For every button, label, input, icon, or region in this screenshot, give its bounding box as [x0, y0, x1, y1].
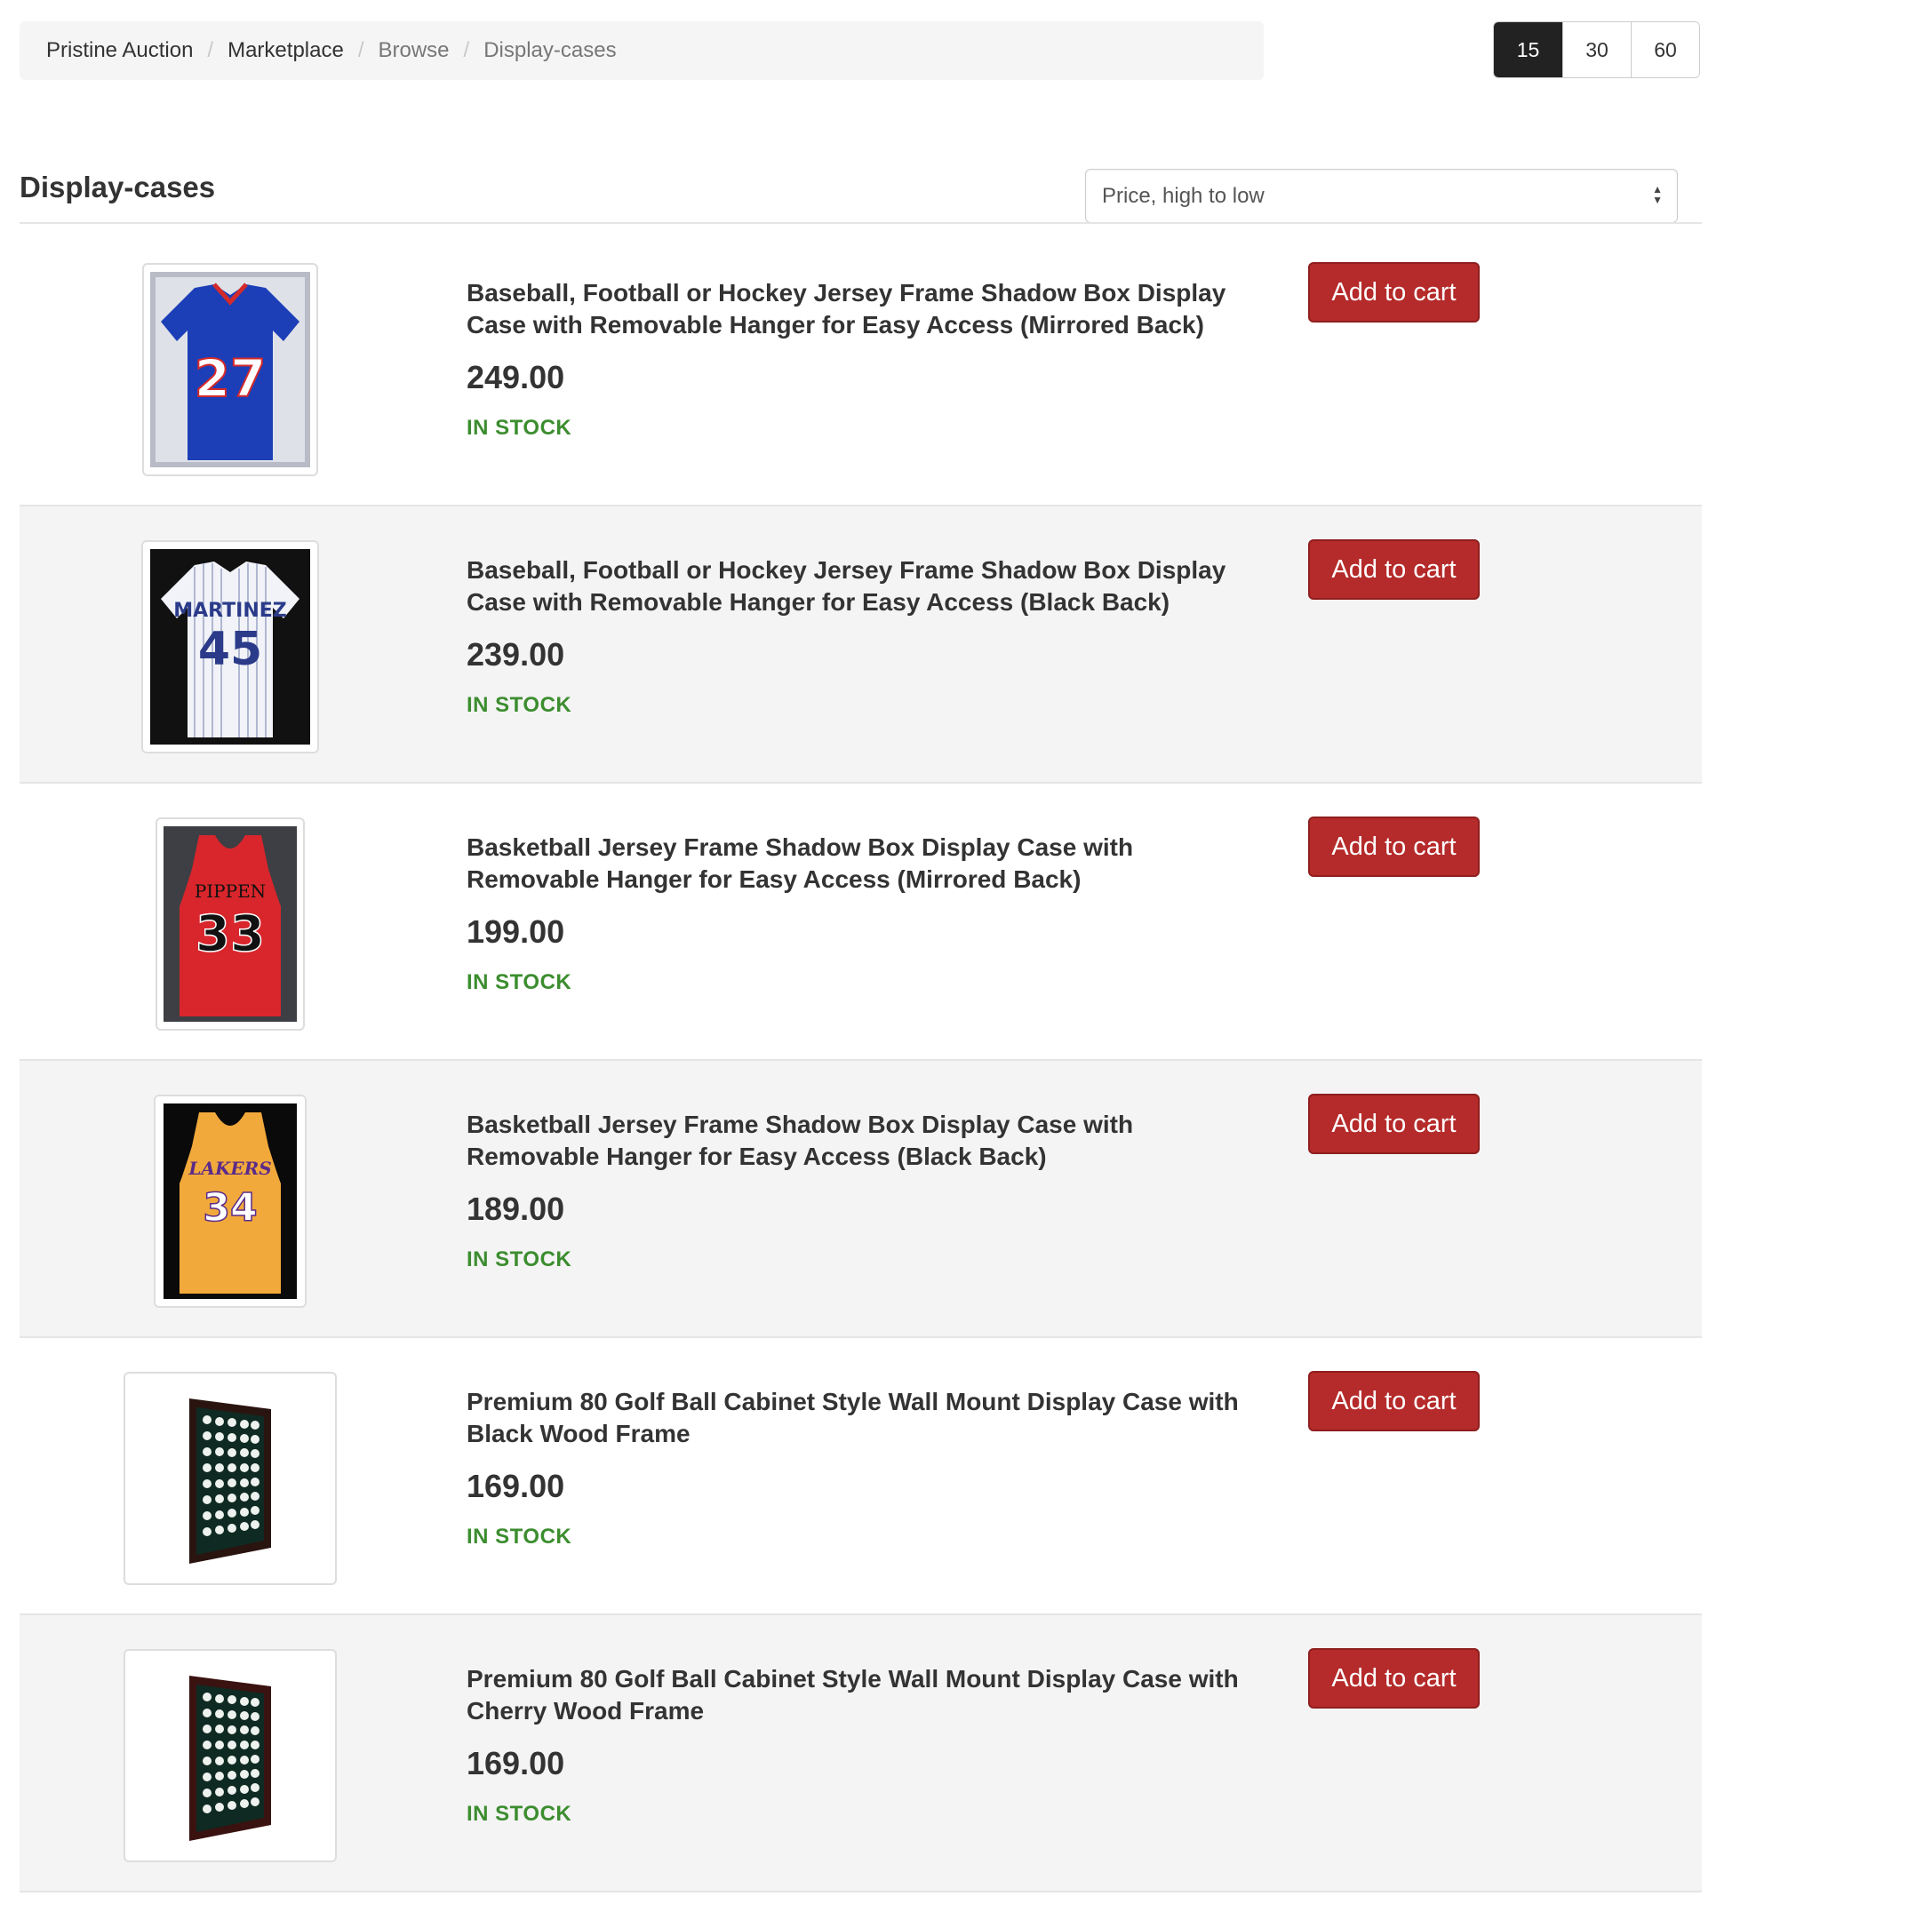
per-page-option-30[interactable]: 30	[1562, 22, 1631, 77]
svg-text:PIPPEN: PIPPEN	[195, 880, 266, 902]
stock-status: IN STOCK	[467, 693, 572, 717]
product-info: Baseball, Football or Hockey Jersey Fram…	[467, 554, 1266, 718]
stock-status: IN STOCK	[467, 970, 572, 994]
product-name[interactable]: Baseball, Football or Hockey Jersey Fram…	[467, 277, 1266, 341]
svg-text:27: 27	[195, 348, 267, 409]
product-info: Basketball Jersey Frame Shadow Box Displ…	[467, 832, 1266, 995]
page: Pristine Auction / Marketplace / Browse …	[0, 0, 1932, 1928]
product-row: MARTINEZ 45 Baseball, Football or Hockey…	[20, 506, 1702, 784]
breadcrumb-separator: /	[357, 38, 364, 62]
svg-text:33: 33	[196, 905, 265, 963]
product-name[interactable]: Basketball Jersey Frame Shadow Box Displ…	[467, 832, 1266, 896]
product-image[interactable]: PIPPEN 33	[156, 817, 305, 1031]
product-name[interactable]: Premium 80 Golf Ball Cabinet Style Wall …	[467, 1663, 1266, 1727]
page-title: Display-cases	[20, 171, 216, 203]
sort-select-value: Price, high to low	[1102, 183, 1265, 208]
per-page-toggle: 15 30 60	[1493, 21, 1700, 78]
product-row: 27 Baseball, Football or Hockey Jersey F…	[20, 229, 1702, 506]
breadcrumb: Pristine Auction / Marketplace / Browse …	[20, 21, 1264, 80]
breadcrumb-separator: /	[207, 38, 214, 62]
product-row: PIPPEN 33 Basketball Jersey Frame Shadow…	[20, 784, 1702, 1061]
sort-select[interactable]: Price, high to low ▲ ▼	[1085, 169, 1678, 223]
product-image[interactable]: MARTINEZ 45	[141, 540, 319, 753]
gold-jersey-34-icon: LAKERS 34	[164, 1103, 297, 1299]
add-to-cart-button[interactable]: Add to cart	[1308, 1094, 1480, 1154]
product-name[interactable]: Premium 80 Golf Ball Cabinet Style Wall …	[467, 1386, 1266, 1450]
product-row: LAKERS 34 Basketball Jersey Frame Shadow…	[20, 1061, 1702, 1338]
stock-status: IN STOCK	[467, 1802, 572, 1826]
product-price: 189.00	[467, 1191, 565, 1227]
product-price: 249.00	[467, 359, 565, 395]
product-price: 199.00	[467, 913, 565, 950]
golf-ball-cabinet-icon	[189, 1398, 271, 1564]
blue-jersey-27-icon: 27	[150, 272, 310, 467]
product-info: Basketball Jersey Frame Shadow Box Displ…	[467, 1109, 1266, 1272]
product-price: 169.00	[467, 1745, 565, 1781]
pinstripe-jersey-45-icon: MARTINEZ 45	[150, 549, 310, 745]
header-divider	[20, 222, 1702, 224]
stock-status: IN STOCK	[467, 1247, 572, 1271]
svg-text:34: 34	[203, 1185, 257, 1231]
add-to-cart-button[interactable]: Add to cart	[1308, 539, 1480, 600]
golf-ball-cabinet-icon	[189, 1676, 271, 1841]
add-to-cart-button[interactable]: Add to cart	[1308, 1371, 1480, 1431]
breadcrumb-item-browse[interactable]: Browse	[379, 38, 450, 63]
product-info: Premium 80 Golf Ball Cabinet Style Wall …	[467, 1386, 1266, 1550]
product-info: Premium 80 Golf Ball Cabinet Style Wall …	[467, 1663, 1266, 1827]
product-name[interactable]: Basketball Jersey Frame Shadow Box Displ…	[467, 1109, 1266, 1173]
add-to-cart-button[interactable]: Add to cart	[1308, 262, 1480, 323]
add-to-cart-button[interactable]: Add to cart	[1308, 1648, 1480, 1709]
breadcrumb-item-current: Display-cases	[483, 38, 617, 62]
product-info: Baseball, Football or Hockey Jersey Fram…	[467, 277, 1266, 441]
red-jersey-33-icon: PIPPEN 33	[164, 826, 297, 1022]
svg-text:45: 45	[198, 623, 262, 676]
breadcrumb-separator: /	[463, 38, 470, 62]
product-price: 169.00	[467, 1468, 565, 1504]
product-row: Premium 80 Golf Ball Cabinet Style Wall …	[20, 1615, 1702, 1892]
breadcrumb-item-home[interactable]: Pristine Auction	[46, 38, 193, 63]
per-page-option-60[interactable]: 60	[1631, 22, 1699, 77]
add-to-cart-button[interactable]: Add to cart	[1308, 817, 1480, 877]
product-row: Premium 80 Golf Ball Cabinet Style Wall …	[20, 1338, 1702, 1615]
product-price: 239.00	[467, 636, 565, 673]
svg-text:LAKERS: LAKERS	[188, 1158, 271, 1179]
stock-status: IN STOCK	[467, 1525, 572, 1549]
select-arrows-icon: ▲ ▼	[1652, 183, 1663, 206]
product-name[interactable]: Baseball, Football or Hockey Jersey Fram…	[467, 554, 1266, 618]
stock-status: IN STOCK	[467, 416, 572, 440]
product-image[interactable]: 27	[142, 263, 318, 476]
product-image[interactable]	[124, 1372, 337, 1585]
product-image[interactable]	[124, 1649, 337, 1862]
breadcrumb-item-marketplace[interactable]: Marketplace	[228, 38, 344, 63]
svg-text:MARTINEZ: MARTINEZ	[173, 600, 286, 622]
per-page-option-15[interactable]: 15	[1494, 22, 1562, 77]
product-image[interactable]: LAKERS 34	[154, 1095, 307, 1308]
